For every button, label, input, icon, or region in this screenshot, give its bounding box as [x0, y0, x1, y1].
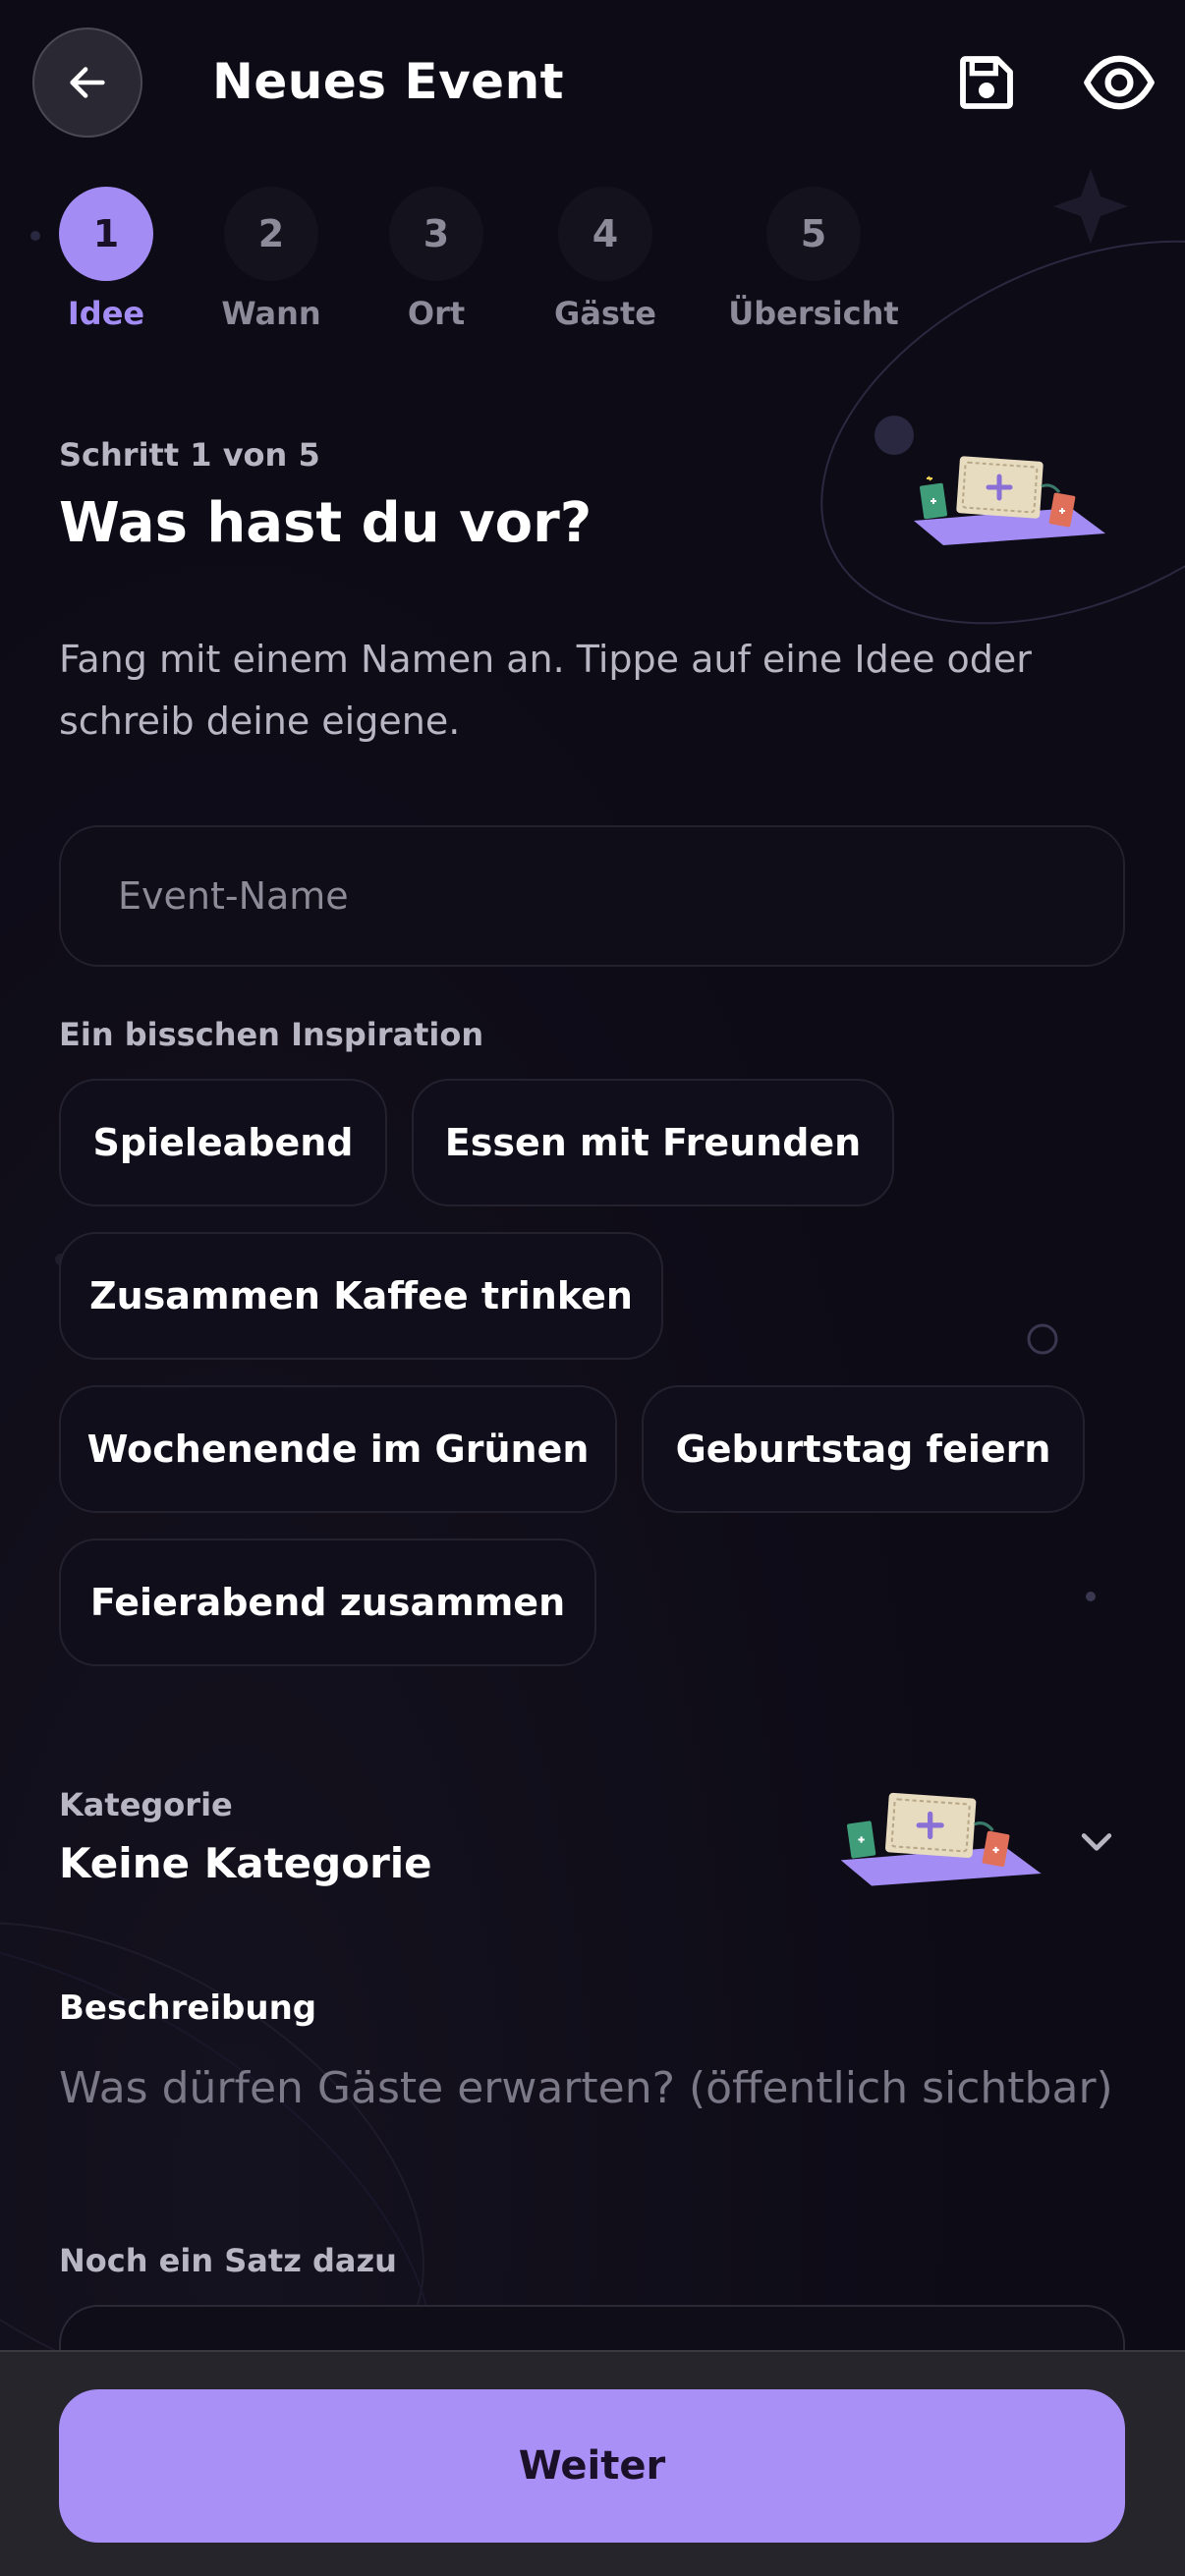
- step-heading: Was hast du vor?: [59, 491, 592, 555]
- step-number: 2: [224, 187, 318, 281]
- save-icon: [960, 56, 1013, 109]
- step-wann[interactable]: 2 Wann: [183, 187, 360, 332]
- inspiration-label: Ein bisschen Inspiration: [59, 1016, 484, 1053]
- new-event-screen: Neues Event 1 Idee 2 Wann 3 Ort 4 Gäste …: [0, 0, 1185, 2576]
- step-indicator: 1 Idee 2 Wann 3 Ort 4 Gäste 5 Übersicht: [0, 187, 1185, 344]
- event-ticket-illustration: [840, 1792, 1042, 1886]
- step-label: Ort: [407, 295, 466, 332]
- step-number: 3: [389, 187, 483, 281]
- idea-chip-geburtstag[interactable]: Geburtstag feiern: [642, 1385, 1085, 1513]
- extra-sentence-label: Noch ein Satz dazu: [59, 2242, 397, 2279]
- idea-chip-wochenende[interactable]: Wochenende im Grünen: [59, 1385, 617, 1513]
- idea-chip-feierabend[interactable]: Feierabend zusammen: [59, 1539, 596, 1666]
- step-uebersicht[interactable]: 5 Übersicht: [725, 187, 902, 332]
- step-number: 4: [558, 187, 652, 281]
- description-label: Beschreibung: [59, 1988, 317, 2028]
- bottom-action-bar: Weiter: [0, 2350, 1185, 2576]
- step-ort[interactable]: 3 Ort: [348, 187, 525, 332]
- back-button[interactable]: [32, 28, 142, 138]
- step-counter: Schritt 1 von 5: [59, 436, 320, 474]
- step-number: 1: [59, 187, 153, 281]
- eye-icon: [1084, 55, 1155, 110]
- next-button[interactable]: Weiter: [59, 2389, 1125, 2543]
- idea-chip-essen-mit-freunden[interactable]: Essen mit Freunden: [412, 1079, 894, 1206]
- arrow-left-icon: [70, 67, 105, 98]
- step-description: Fang mit einem Namen an. Tippe auf eine …: [59, 638, 1032, 743]
- step-label: Idee: [67, 295, 145, 332]
- category-label: Kategorie: [59, 1786, 233, 1823]
- chevron-down-icon[interactable]: [1075, 1820, 1118, 1863]
- step-gaeste[interactable]: 4 Gäste: [517, 187, 694, 332]
- save-draft-button[interactable]: [955, 51, 1024, 116]
- step-label: Übersicht: [728, 295, 899, 332]
- idea-chip-kaffee[interactable]: Zusammen Kaffee trinken: [59, 1232, 663, 1360]
- step-label: Gäste: [554, 295, 656, 332]
- event-ticket-illustration: [914, 456, 1105, 545]
- idea-chip-spieleabend[interactable]: Spieleabend: [59, 1079, 387, 1206]
- step-label: Wann: [221, 295, 321, 332]
- page-title: Neues Event: [212, 53, 565, 110]
- preview-button[interactable]: [1083, 51, 1161, 116]
- description-input[interactable]: [59, 2053, 1140, 2122]
- top-bar: Neues Event: [0, 0, 1185, 167]
- step-idee[interactable]: 1 Idee: [18, 187, 195, 332]
- category-select[interactable]: Keine Kategorie: [59, 1839, 432, 1887]
- event-name-input[interactable]: [59, 825, 1125, 967]
- step-number: 5: [766, 187, 861, 281]
